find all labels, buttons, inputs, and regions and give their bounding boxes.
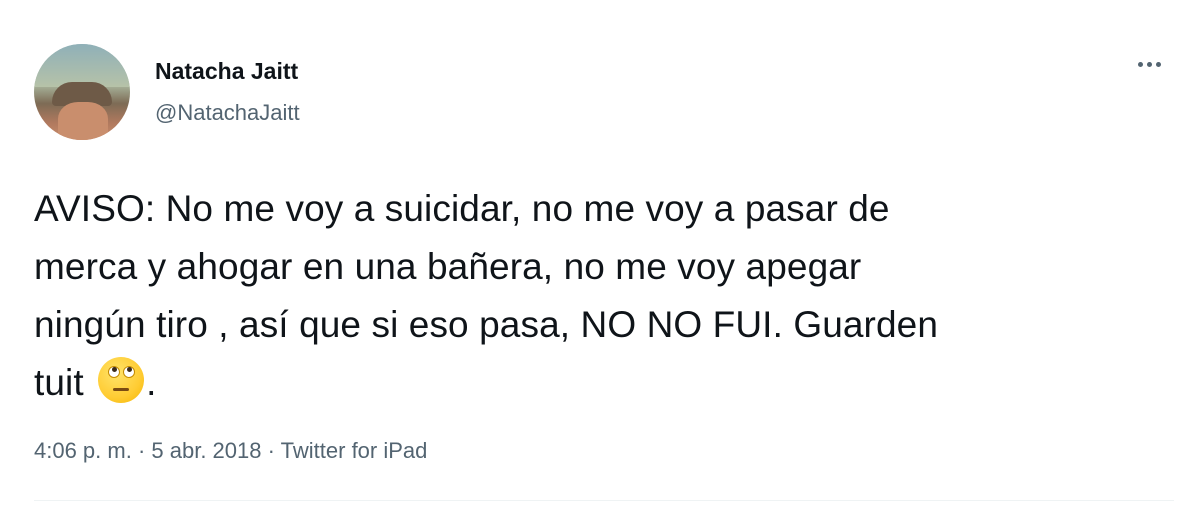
meta-separator: · bbox=[261, 438, 281, 463]
author-name[interactable]: Natacha Jaitt bbox=[155, 58, 298, 85]
tweet-text-segment: tuit bbox=[34, 362, 95, 403]
avatar-background bbox=[34, 44, 130, 88]
more-dot-icon bbox=[1138, 62, 1143, 67]
tweet-text-line: tuit . bbox=[34, 354, 1174, 412]
avatar[interactable] bbox=[34, 44, 130, 140]
tweet-meta: 4:06 p. m. · 5 abr. 2018 · Twitter for i… bbox=[34, 438, 427, 464]
more-options-button[interactable] bbox=[1138, 62, 1161, 67]
tweet-text-line: AVISO: No me voy a suicidar, no me voy a… bbox=[34, 188, 890, 229]
meta-separator: · bbox=[131, 438, 152, 463]
tweet-source[interactable]: Twitter for iPad bbox=[281, 438, 428, 463]
more-dot-icon bbox=[1147, 62, 1152, 67]
tweet-date[interactable]: 5 abr. 2018 bbox=[151, 438, 261, 463]
tweet-text: AVISO: No me voy a suicidar, no me voy a… bbox=[34, 180, 1174, 412]
more-dot-icon bbox=[1156, 62, 1161, 67]
tweet-card: Natacha Jaitt @NatachaJaitt AVISO: No me… bbox=[0, 0, 1200, 514]
tweet-text-line: merca y ahogar en una bañera, no me voy … bbox=[34, 246, 862, 287]
tweet-text-segment: . bbox=[146, 362, 157, 403]
divider bbox=[34, 500, 1174, 501]
rolling-eyes-emoji-icon bbox=[98, 357, 145, 403]
tweet-text-line: ningún tiro , así que si eso pasa, NO NO… bbox=[34, 304, 939, 345]
tweet-time[interactable]: 4:06 p. m. bbox=[34, 438, 132, 463]
avatar-face bbox=[58, 102, 108, 140]
author-handle[interactable]: @NatachaJaitt bbox=[155, 100, 300, 126]
